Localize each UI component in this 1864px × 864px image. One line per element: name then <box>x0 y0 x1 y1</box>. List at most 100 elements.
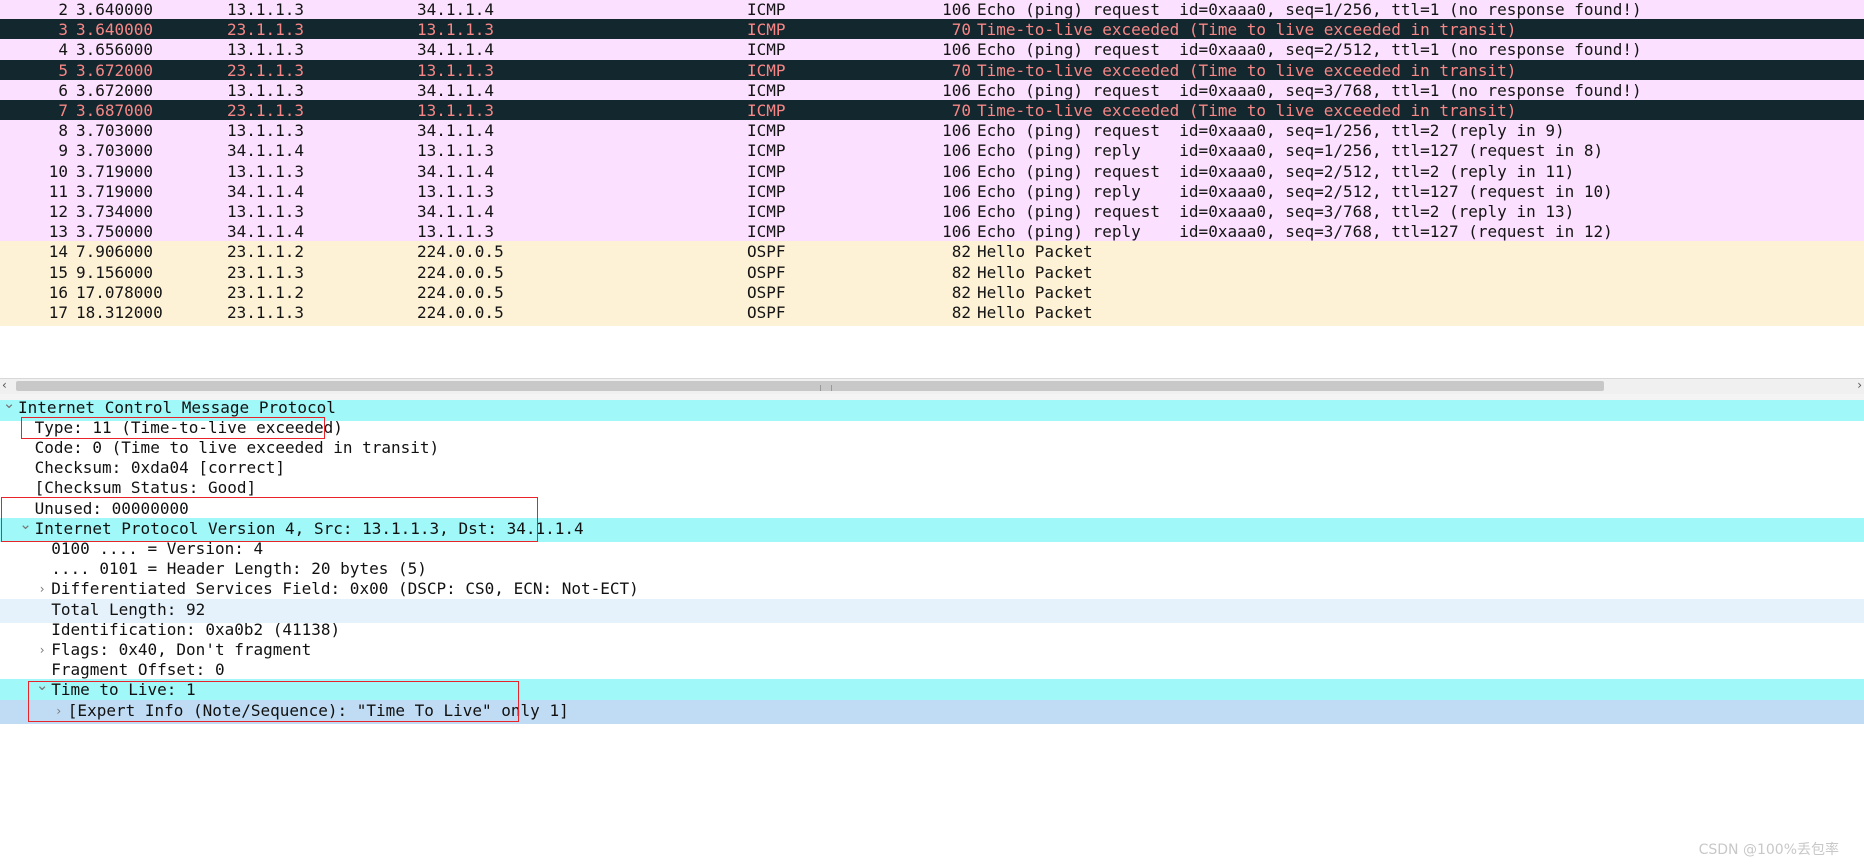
packet-destination: 13.1.1.3 <box>417 101 495 120</box>
packet-destination: 34.1.1.4 <box>417 0 495 19</box>
packet-source: 34.1.1.4 <box>227 222 305 242</box>
packet-no: 16 <box>48 282 68 302</box>
packet-info: Echo (ping) request id=0xaaa0, seq=3/768… <box>977 80 1642 100</box>
packet-source: 13.1.1.3 <box>227 161 305 181</box>
packet-source: 13.1.1.3 <box>227 80 305 100</box>
packet-destination: 34.1.1.4 <box>417 80 495 100</box>
packet-time: 3.734000 <box>76 202 154 221</box>
packet-destination: 34.1.1.4 <box>417 161 495 181</box>
packet-no: 17 <box>48 303 68 322</box>
watermark: CSDN @100%丢包率 <box>1698 842 1839 858</box>
packet-protocol: OSPF <box>747 262 786 282</box>
detail-text: Differentiated Services Field: 0x00 (DSC… <box>51 579 639 599</box>
packet-time: 3.703000 <box>76 121 154 141</box>
packet-protocol: ICMP <box>747 101 786 120</box>
packet-destination: 13.1.1.3 <box>417 181 495 201</box>
horizontal-scrollbar[interactable]: ‹ › <box>0 378 1864 395</box>
detail-text: Checksum: 0xda04 [correct] <box>34 458 286 478</box>
packet-protocol: ICMP <box>747 222 786 242</box>
packet-destination: 224.0.0.5 <box>417 262 504 282</box>
detail-text: Total Length: 92 <box>51 599 206 619</box>
packet-length: 106 <box>942 202 971 221</box>
packet-protocol: ICMP <box>747 80 786 100</box>
packet-length: 82 <box>951 303 971 322</box>
packet-no: 2 <box>58 0 68 19</box>
packet-length: 106 <box>942 181 971 201</box>
packet-no: 3 <box>58 20 68 40</box>
packet-source: 23.1.1.3 <box>227 60 305 80</box>
packet-time: 9.156000 <box>76 262 154 282</box>
scroll-left-icon[interactable]: ‹ <box>2 378 7 392</box>
packet-info: Echo (ping) request id=0xaaa0, seq=1/256… <box>977 121 1565 141</box>
packet-destination: 34.1.1.4 <box>417 121 495 141</box>
packet-destination: 224.0.0.5 <box>417 282 504 302</box>
packet-info: Hello Packet <box>977 242 1093 262</box>
packet-protocol: ICMP <box>747 40 786 60</box>
annotation-box-ttl <box>28 681 519 722</box>
packet-time: 3.719000 <box>76 161 154 181</box>
packet-source: 23.1.1.2 <box>227 242 305 262</box>
packet-info: Time-to-live exceeded (Time to live exce… <box>977 101 1517 120</box>
packet-source: 23.1.1.2 <box>227 282 305 302</box>
packet-details-tree[interactable]: ›Frame 7: 70 bytes on wire (560 bits), 7… <box>0 400 1864 864</box>
packet-destination: 224.0.0.5 <box>417 242 504 262</box>
packet-protocol: OSPF <box>747 242 786 262</box>
packet-length: 82 <box>951 282 971 302</box>
packet-destination: 224.0.0.5 <box>417 303 504 322</box>
packet-source: 23.1.1.3 <box>227 101 305 120</box>
packet-no: 14 <box>48 242 68 262</box>
packet-time: 3.640000 <box>76 20 154 40</box>
packet-time: 3.672000 <box>76 80 154 100</box>
detail-text: Fragment Offset: 0 <box>51 660 225 680</box>
packet-time: 3.640000 <box>76 0 154 19</box>
packet-source: 23.1.1.3 <box>227 20 305 40</box>
packet-no: 4 <box>58 40 68 60</box>
chevron-right-icon[interactable]: › <box>35 639 49 661</box>
packet-no: 8 <box>58 121 68 141</box>
packet-length: 106 <box>942 80 971 100</box>
packet-no: 7 <box>58 101 68 120</box>
packet-protocol: ICMP <box>747 121 786 141</box>
packet-length: 82 <box>951 242 971 262</box>
packet-time: 3.687000 <box>76 101 154 120</box>
annotation-box-unused-ip <box>1 497 538 542</box>
packet-protocol: ICMP <box>747 0 786 19</box>
packet-info: Hello Packet <box>977 303 1093 322</box>
packet-no: 13 <box>48 222 68 242</box>
packet-destination: 13.1.1.3 <box>417 222 495 242</box>
packet-source: 13.1.1.3 <box>227 121 305 141</box>
packet-time: 7.906000 <box>76 242 154 262</box>
packet-info: Echo (ping) reply id=0xaaa0, seq=3/768, … <box>977 222 1613 242</box>
packet-length: 82 <box>951 262 971 282</box>
packet-protocol: OSPF <box>747 303 786 322</box>
grip-icon <box>820 385 832 391</box>
packet-length: 70 <box>951 20 971 40</box>
chevron-down-icon[interactable]: ⌄ <box>2 400 16 414</box>
packet-no: 12 <box>48 202 68 221</box>
packet-info: Echo (ping) request id=0xaaa0, seq=2/512… <box>977 161 1575 181</box>
packet-info: Echo (ping) reply id=0xaaa0, seq=1/256, … <box>977 141 1604 161</box>
packet-source: 23.1.1.3 <box>227 303 305 322</box>
packet-time: 3.750000 <box>76 222 154 242</box>
scroll-right-icon[interactable]: › <box>1857 378 1862 392</box>
packet-no: 10 <box>48 161 68 181</box>
detail-text: Identification: 0xa0b2 (41138) <box>51 619 341 639</box>
packet-row[interactable]: 17 18.312000 23.1.1.3 224.0.0.5 OSPF 82 Hello … <box>0 302 1864 326</box>
packet-info: Echo (ping) request id=0xaaa0, seq=3/768… <box>977 202 1575 221</box>
packet-time: 18.312000 <box>76 303 163 322</box>
chevron-right-icon[interactable]: › <box>35 578 49 600</box>
packet-no: 9 <box>58 141 68 161</box>
packet-protocol: OSPF <box>747 282 786 302</box>
packet-time: 17.078000 <box>76 282 163 302</box>
packet-list[interactable]: 2 3.640000 13.1.1.3 34.1.1.4 ICMP 106 Echo (pi… <box>0 0 1864 378</box>
annotation-box-type <box>21 417 325 439</box>
packet-time: 3.672000 <box>76 60 154 80</box>
scrollbar-thumb[interactable] <box>16 381 1604 391</box>
packet-no: 6 <box>58 80 68 100</box>
packet-time: 3.656000 <box>76 40 154 60</box>
packet-destination: 34.1.1.4 <box>417 40 495 60</box>
packet-length: 106 <box>942 222 971 242</box>
packet-source: 34.1.1.4 <box>227 141 305 161</box>
packet-source: 13.1.1.3 <box>227 0 305 19</box>
packet-no: 11 <box>48 181 68 201</box>
